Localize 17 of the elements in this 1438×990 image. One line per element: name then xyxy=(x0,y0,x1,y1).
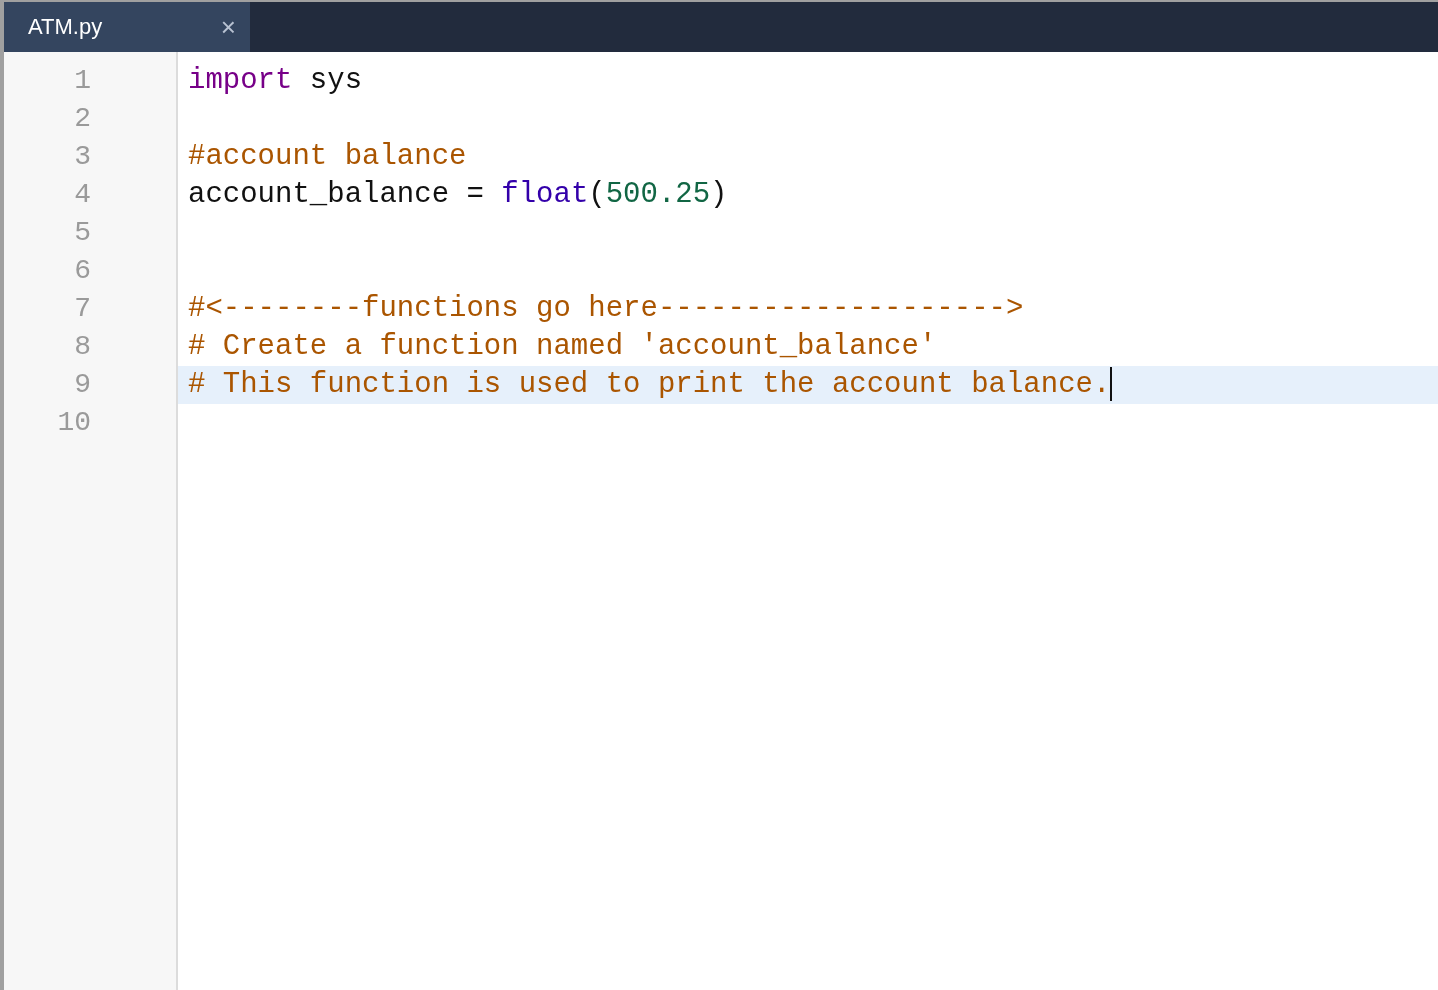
code-line: account_balance = float(500.25) xyxy=(187,177,729,213)
file-tab[interactable]: ATM.py × xyxy=(4,2,250,52)
line-number: 5 xyxy=(73,216,92,250)
code-line: #account balance xyxy=(187,139,468,175)
code-line: # Create a function named 'account_balance' xyxy=(187,329,938,365)
line-number: 4 xyxy=(73,178,92,212)
code-line: #<--------functions go here--------------------> xyxy=(187,291,1025,327)
line-number: 6 xyxy=(73,254,92,288)
line-number: 7 xyxy=(73,292,92,326)
line-number: 9 xyxy=(73,368,92,402)
code-line: import sys xyxy=(187,63,364,99)
close-icon[interactable]: × xyxy=(220,11,236,43)
line-number: 3 xyxy=(73,140,92,174)
line-number: 2 xyxy=(73,102,92,136)
line-number: 10 xyxy=(56,406,92,440)
line-number: 1 xyxy=(73,64,92,98)
line-number: 8 xyxy=(73,330,92,364)
